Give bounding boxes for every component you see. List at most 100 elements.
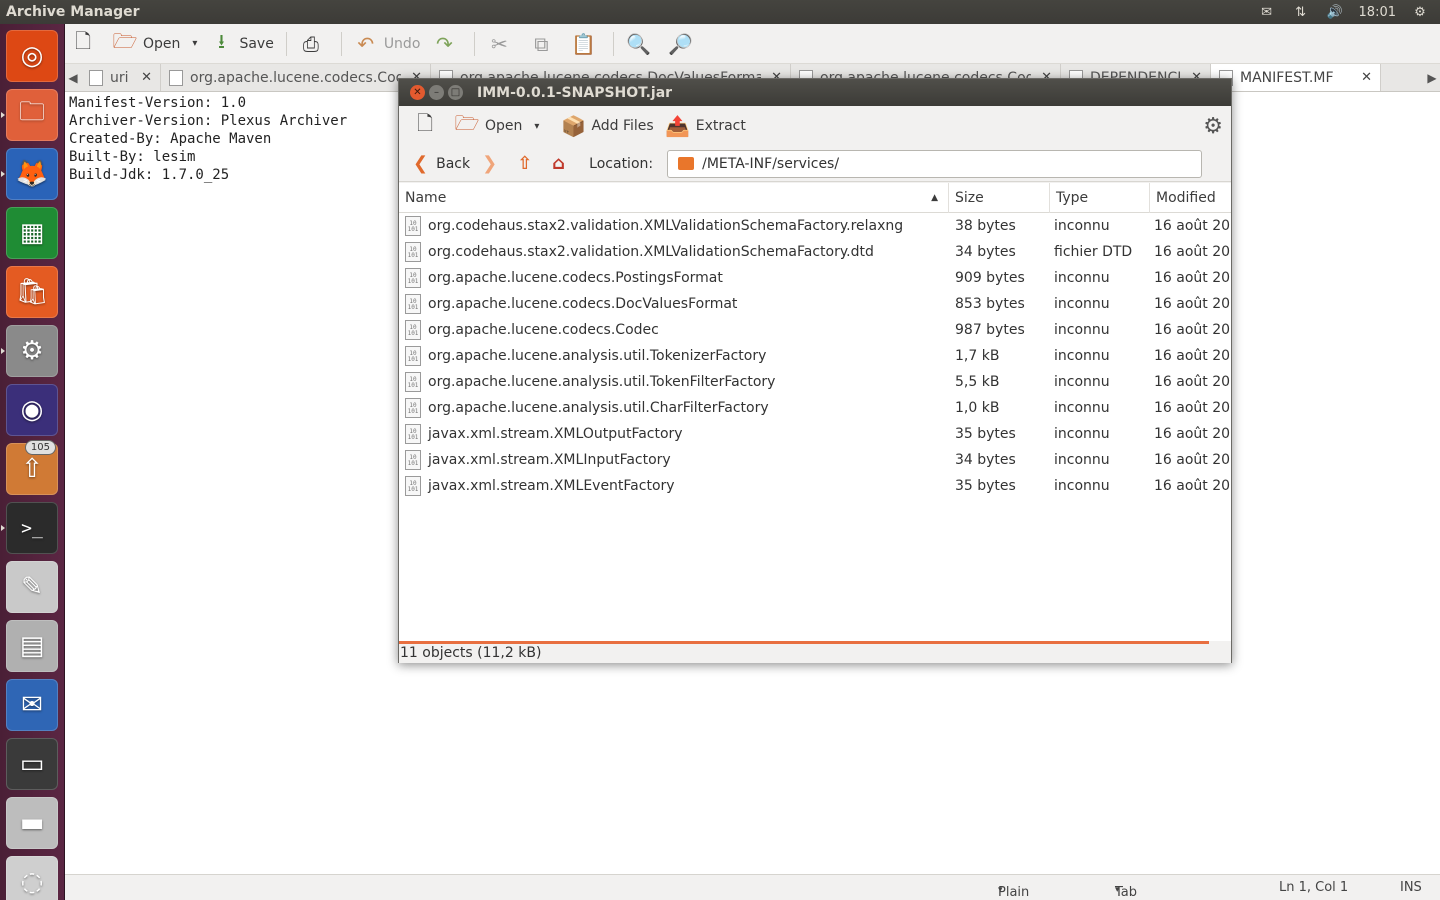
location-label: Location:	[589, 155, 654, 172]
minimize-window-icon[interactable]: –	[429, 85, 444, 100]
file-name: javax.xml.stream.XMLEventFactory	[428, 478, 675, 494]
file-row[interactable]: 10 101 org.codehaus.stax2.validation.XMLVa…	[399, 239, 1231, 265]
new-archive-button[interactable]: 🗋	[407, 110, 449, 142]
paste-button[interactable]: 📋	[565, 28, 607, 60]
firefox-icon: 🦊	[15, 159, 49, 189]
document-tab[interactable]: org.apache.lucene.codecs.Codec✕	[161, 64, 431, 91]
file-size: 34 bytes	[955, 452, 1016, 468]
eclipse-icon: ◉	[20, 395, 44, 425]
document-tab[interactable]: MANIFEST.MF ✕	[1211, 64, 1381, 91]
file-name-cell: 10 101 org.apache.lucene.analysis.util.Tok…	[399, 372, 949, 392]
mail-icon[interactable]: ✉	[1257, 2, 1277, 22]
search-icon: 🔍	[625, 31, 651, 56]
tab-label: uri	[110, 69, 129, 86]
session-gear-icon[interactable]: ⚙	[1410, 2, 1430, 22]
new-archive-icon: 🗋	[416, 111, 434, 135]
ubuntu-dash-icon: ◎	[20, 41, 44, 71]
undo-label: Undo	[383, 35, 421, 52]
close-tab-icon[interactable]: ✕	[141, 70, 152, 85]
launcher-files[interactable]: 🗀	[6, 89, 58, 141]
launcher-text-editor[interactable]: ✎	[6, 561, 58, 613]
active-app-title: Archive Manager	[6, 4, 140, 20]
clock[interactable]: 18:01	[1359, 5, 1396, 20]
launcher-ubuntu-dash[interactable]: ◎	[6, 30, 58, 82]
extract-button[interactable]: 📤 Extract	[660, 110, 752, 142]
file-size: 34 bytes	[955, 244, 1016, 260]
file-icon: 10 101	[405, 372, 421, 392]
open-archive-dropdown[interactable]: ▾	[528, 110, 545, 142]
paste-icon: 📋	[570, 31, 596, 56]
launcher-thunderbird[interactable]: ✉	[6, 679, 58, 731]
tabs-scroll-right-icon[interactable]: ▶	[1424, 64, 1440, 91]
file-type: inconnu	[1054, 296, 1110, 312]
home-button[interactable]: ⌂	[546, 150, 579, 178]
launcher-terminal[interactable]: >_	[6, 502, 58, 554]
tabs-scroll-left-icon[interactable]: ◀	[65, 64, 81, 91]
location-input[interactable]: /META-INF/services/	[667, 149, 1203, 178]
close-window-icon[interactable]: ✕	[410, 85, 425, 100]
file-list-header: Name ▲ Size Type Modified	[399, 183, 1231, 213]
open-recent-dropdown[interactable]: ▾	[186, 28, 203, 60]
add-files-button[interactable]: 📦 Add Files	[555, 110, 659, 142]
column-header-type[interactable]: Type	[1050, 183, 1150, 213]
open-button[interactable]: 🗁 Open	[107, 28, 186, 60]
open-archive-button[interactable]: 🗁 Open	[449, 110, 528, 142]
cut-button[interactable]: ✂	[481, 28, 523, 60]
file-row[interactable]: 10 101 javax.xml.stream.XMLInputFactory 34 …	[399, 447, 1231, 473]
column-header-modified[interactable]: Modified	[1150, 183, 1231, 213]
text-editor-icon: ✎	[21, 572, 43, 602]
network-icon[interactable]: ⇅	[1291, 2, 1311, 22]
file-row[interactable]: 10 101 org.apache.lucene.codecs.DocValuesF…	[399, 291, 1231, 317]
forward-button[interactable]: ❯	[476, 150, 511, 178]
file-row[interactable]: 10 101 org.apache.lucene.analysis.util.Tok…	[399, 343, 1231, 369]
file-size: 38 bytes	[955, 218, 1016, 234]
launcher-software-center[interactable]: 🛍	[6, 266, 58, 318]
print-button[interactable]: ⎙	[293, 28, 335, 60]
column-header-size[interactable]: Size	[949, 183, 1050, 213]
save-button[interactable]: ⭳ Save	[203, 28, 279, 60]
running-indicator	[1, 171, 5, 177]
launcher-scanner[interactable]: ▤	[6, 620, 58, 672]
launcher-firefox[interactable]: 🦊	[6, 148, 58, 200]
file-name-cell: 10 101 org.apache.lucene.codecs.PostingsFo…	[399, 268, 949, 288]
file-size: 1,7 kB	[955, 348, 1000, 364]
file-type: inconnu	[1054, 426, 1110, 442]
file-row[interactable]: 10 101 org.apache.lucene.analysis.util.Tok…	[399, 369, 1231, 395]
up-button[interactable]: ⇧	[511, 150, 546, 178]
document-tab[interactable]: uri ✕	[81, 64, 161, 91]
file-row[interactable]: 10 101 org.apache.lucene.analysis.util.Cha…	[399, 395, 1231, 421]
launcher-eclipse[interactable]: ◉	[6, 384, 58, 436]
file-size: 5,5 kB	[955, 374, 1000, 390]
file-row[interactable]: 10 101 org.codehaus.stax2.validation.XMLVa…	[399, 213, 1231, 239]
file-name-cell: 10 101 org.codehaus.stax2.validation.XMLVa…	[399, 216, 949, 236]
file-modified: 16 août 201	[1154, 296, 1231, 312]
redo-button[interactable]: ↷	[426, 28, 468, 60]
file-row[interactable]: 10 101 javax.xml.stream.XMLEventFactory 35 …	[399, 473, 1231, 499]
copy-button[interactable]: ⧉	[523, 28, 565, 60]
new-document-button[interactable]: 🗋	[65, 28, 107, 60]
launcher-workspace-switcher[interactable]: ▭	[6, 738, 58, 790]
column-header-name[interactable]: Name ▲	[399, 183, 949, 213]
update-count-badge: 105	[24, 440, 56, 455]
launcher-libreoffice-calc[interactable]: ▦	[6, 207, 58, 259]
launcher-cd-r[interactable]: ◌	[6, 856, 58, 900]
file-row[interactable]: 10 101 javax.xml.stream.XMLOutputFactory 35…	[399, 421, 1231, 447]
gear-icon[interactable]: ⚙	[1203, 114, 1223, 139]
launcher-drive[interactable]: ▬	[6, 797, 58, 849]
file-name: org.apache.lucene.codecs.PostingsFormat	[428, 270, 723, 286]
find-button[interactable]: 🔍	[620, 28, 662, 60]
back-button[interactable]: ❮ Back	[407, 150, 476, 178]
window-titlebar[interactable]: ✕ – □ IMM-0.0.1-SNAPSHOT.jar	[399, 79, 1231, 106]
launcher-update-manager[interactable]: ⇧ 105	[6, 440, 58, 495]
volume-icon[interactable]: 🔊	[1325, 2, 1345, 22]
replace-button[interactable]: 🔎	[662, 28, 704, 60]
file-type: inconnu	[1054, 452, 1110, 468]
file-row[interactable]: 10 101 org.apache.lucene.codecs.Codec 987 b…	[399, 317, 1231, 343]
file-modified: 16 août 201	[1154, 218, 1231, 234]
maximize-window-icon[interactable]: □	[448, 85, 463, 100]
undo-button[interactable]: ↶ Undo	[348, 28, 427, 60]
file-row[interactable]: 10 101 org.apache.lucene.codecs.PostingsFo…	[399, 265, 1231, 291]
new-document-icon: 🗋	[74, 28, 92, 53]
launcher-system-settings[interactable]: ⚙	[6, 325, 58, 377]
close-tab-icon[interactable]: ✕	[1361, 70, 1372, 85]
